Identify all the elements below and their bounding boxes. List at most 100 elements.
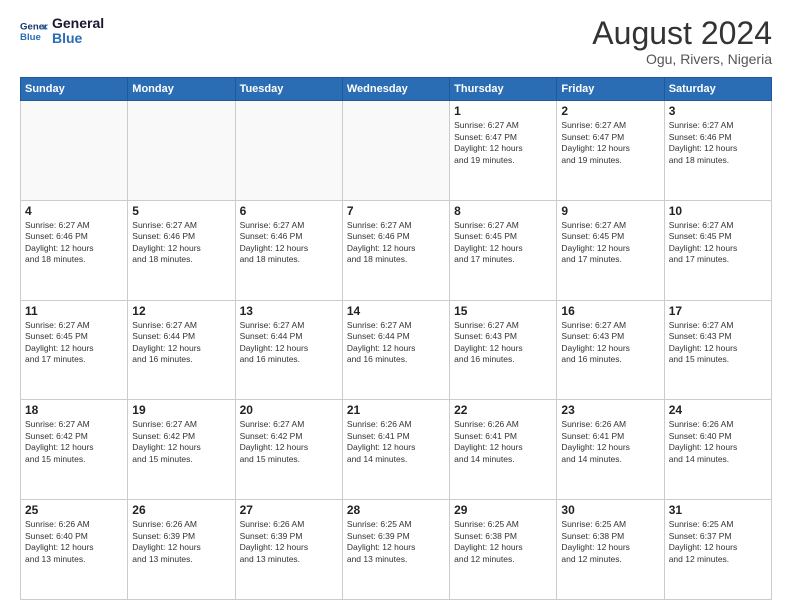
day-number: 21 (347, 403, 445, 417)
calendar-day-cell: 13 Sunrise: 6:27 AM Sunset: 6:44 PM Dayli… (235, 300, 342, 400)
day-number: 12 (132, 304, 230, 318)
day-info: Sunrise: 6:26 AM Sunset: 6:39 PM Dayligh… (132, 519, 230, 565)
day-number: 16 (561, 304, 659, 318)
day-info: Sunrise: 6:26 AM Sunset: 6:39 PM Dayligh… (240, 519, 338, 565)
calendar-day-cell (128, 101, 235, 201)
day-number: 5 (132, 204, 230, 218)
day-number: 31 (669, 503, 767, 517)
day-info: Sunrise: 6:27 AM Sunset: 6:46 PM Dayligh… (132, 220, 230, 266)
day-info: Sunrise: 6:27 AM Sunset: 6:47 PM Dayligh… (561, 120, 659, 166)
calendar-day-cell (21, 101, 128, 201)
calendar-day-cell: 20 Sunrise: 6:27 AM Sunset: 6:42 PM Dayli… (235, 400, 342, 500)
calendar-day-cell: 14 Sunrise: 6:27 AM Sunset: 6:44 PM Dayli… (342, 300, 449, 400)
day-info: Sunrise: 6:27 AM Sunset: 6:44 PM Dayligh… (132, 320, 230, 366)
calendar-day-cell: 5 Sunrise: 6:27 AM Sunset: 6:46 PM Daylig… (128, 200, 235, 300)
day-info: Sunrise: 6:26 AM Sunset: 6:40 PM Dayligh… (669, 419, 767, 465)
svg-text:Blue: Blue (20, 32, 41, 43)
calendar-week-row: 18 Sunrise: 6:27 AM Sunset: 6:42 PM Dayli… (21, 400, 772, 500)
day-info: Sunrise: 6:27 AM Sunset: 6:45 PM Dayligh… (25, 320, 123, 366)
day-number: 18 (25, 403, 123, 417)
day-info: Sunrise: 6:27 AM Sunset: 6:46 PM Dayligh… (25, 220, 123, 266)
day-number: 1 (454, 104, 552, 118)
calendar-day-cell: 25Sunrise: 6:26 AM Sunset: 6:40 PM Dayli… (21, 500, 128, 600)
day-info: Sunrise: 6:27 AM Sunset: 6:46 PM Dayligh… (240, 220, 338, 266)
calendar-day-cell: 3 Sunrise: 6:27 AM Sunset: 6:46 PM Daylig… (664, 101, 771, 201)
day-number: 2 (561, 104, 659, 118)
day-number: 24 (669, 403, 767, 417)
day-number: 8 (454, 204, 552, 218)
day-number: 26 (132, 503, 230, 517)
weekday-header: Monday (128, 78, 235, 101)
day-number: 28 (347, 503, 445, 517)
calendar-day-cell: 6Sunrise: 6:27 AM Sunset: 6:46 PM Daylig… (235, 200, 342, 300)
weekday-header: Friday (557, 78, 664, 101)
calendar-day-cell: 12 Sunrise: 6:27 AM Sunset: 6:44 PM Dayli… (128, 300, 235, 400)
day-info: Sunrise: 6:27 AM Sunset: 6:45 PM Dayligh… (669, 220, 767, 266)
day-number: 30 (561, 503, 659, 517)
day-info: Sunrise: 6:27 AM Sunset: 6:46 PM Dayligh… (669, 120, 767, 166)
day-info: Sunrise: 6:27 AM Sunset: 6:42 PM Dayligh… (240, 419, 338, 465)
calendar-day-cell: 2 Sunrise: 6:27 AM Sunset: 6:47 PM Daylig… (557, 101, 664, 201)
page: General Blue General Blue August 2024 Og… (0, 0, 792, 612)
weekday-header: Wednesday (342, 78, 449, 101)
calendar-day-cell: 29Sunrise: 6:25 AM Sunset: 6:38 PM Dayli… (450, 500, 557, 600)
day-number: 20 (240, 403, 338, 417)
calendar-day-cell: 21 Sunrise: 6:26 AM Sunset: 6:41 PM Dayli… (342, 400, 449, 500)
calendar-week-row: 4 Sunrise: 6:27 AM Sunset: 6:46 PM Daylig… (21, 200, 772, 300)
calendar-day-cell: 4 Sunrise: 6:27 AM Sunset: 6:46 PM Daylig… (21, 200, 128, 300)
day-info: Sunrise: 6:27 AM Sunset: 6:45 PM Dayligh… (454, 220, 552, 266)
weekday-header: Sunday (21, 78, 128, 101)
day-number: 7 (347, 204, 445, 218)
month-year-title: August 2024 (592, 16, 772, 51)
day-info: Sunrise: 6:27 AM Sunset: 6:44 PM Dayligh… (240, 320, 338, 366)
day-number: 15 (454, 304, 552, 318)
calendar-day-cell (235, 101, 342, 201)
day-number: 9 (561, 204, 659, 218)
day-info: Sunrise: 6:25 AM Sunset: 6:38 PM Dayligh… (561, 519, 659, 565)
calendar-day-cell: 22Sunrise: 6:26 AM Sunset: 6:41 PM Dayli… (450, 400, 557, 500)
day-number: 11 (25, 304, 123, 318)
calendar-day-cell: 27Sunrise: 6:26 AM Sunset: 6:39 PM Dayli… (235, 500, 342, 600)
day-info: Sunrise: 6:27 AM Sunset: 6:44 PM Dayligh… (347, 320, 445, 366)
logo-general: General (52, 16, 104, 31)
day-info: Sunrise: 6:27 AM Sunset: 6:43 PM Dayligh… (669, 320, 767, 366)
calendar-day-cell: 7 Sunrise: 6:27 AM Sunset: 6:46 PM Daylig… (342, 200, 449, 300)
day-info: Sunrise: 6:25 AM Sunset: 6:39 PM Dayligh… (347, 519, 445, 565)
calendar-day-cell: 1 Sunrise: 6:27 AM Sunset: 6:47 PM Daylig… (450, 101, 557, 201)
day-number: 13 (240, 304, 338, 318)
weekday-header: Thursday (450, 78, 557, 101)
day-number: 23 (561, 403, 659, 417)
weekday-header: Saturday (664, 78, 771, 101)
day-info: Sunrise: 6:27 AM Sunset: 6:47 PM Dayligh… (454, 120, 552, 166)
calendar-header-row: SundayMondayTuesdayWednesdayThursdayFrid… (21, 78, 772, 101)
calendar-day-cell: 26 Sunrise: 6:26 AM Sunset: 6:39 PM Dayli… (128, 500, 235, 600)
logo: General Blue General Blue (20, 16, 104, 47)
day-number: 29 (454, 503, 552, 517)
weekday-header: Tuesday (235, 78, 342, 101)
day-number: 10 (669, 204, 767, 218)
day-info: Sunrise: 6:26 AM Sunset: 6:40 PM Dayligh… (25, 519, 123, 565)
day-number: 3 (669, 104, 767, 118)
day-number: 22 (454, 403, 552, 417)
header: General Blue General Blue August 2024 Og… (20, 16, 772, 67)
day-info: Sunrise: 6:26 AM Sunset: 6:41 PM Dayligh… (561, 419, 659, 465)
day-number: 14 (347, 304, 445, 318)
calendar-day-cell: 30 Sunrise: 6:25 AM Sunset: 6:38 PM Dayli… (557, 500, 664, 600)
day-number: 17 (669, 304, 767, 318)
location-subtitle: Ogu, Rivers, Nigeria (592, 51, 772, 67)
calendar-day-cell: 9Sunrise: 6:27 AM Sunset: 6:45 PM Daylig… (557, 200, 664, 300)
calendar-day-cell: 18Sunrise: 6:27 AM Sunset: 6:42 PM Dayli… (21, 400, 128, 500)
day-info: Sunrise: 6:26 AM Sunset: 6:41 PM Dayligh… (347, 419, 445, 465)
calendar-table: SundayMondayTuesdayWednesdayThursdayFrid… (20, 77, 772, 600)
day-number: 4 (25, 204, 123, 218)
calendar-day-cell: 28 Sunrise: 6:25 AM Sunset: 6:39 PM Dayli… (342, 500, 449, 600)
calendar-week-row: 11 Sunrise: 6:27 AM Sunset: 6:45 PM Dayli… (21, 300, 772, 400)
day-info: Sunrise: 6:27 AM Sunset: 6:46 PM Dayligh… (347, 220, 445, 266)
calendar-day-cell: 10 Sunrise: 6:27 AM Sunset: 6:45 PM Dayli… (664, 200, 771, 300)
calendar-day-cell: 19Sunrise: 6:27 AM Sunset: 6:42 PM Dayli… (128, 400, 235, 500)
title-block: August 2024 Ogu, Rivers, Nigeria (592, 16, 772, 67)
calendar-day-cell: 24 Sunrise: 6:26 AM Sunset: 6:40 PM Dayli… (664, 400, 771, 500)
calendar-day-cell: 23 Sunrise: 6:26 AM Sunset: 6:41 PM Dayli… (557, 400, 664, 500)
generalblue-logo-icon: General Blue (20, 17, 48, 45)
day-info: Sunrise: 6:25 AM Sunset: 6:37 PM Dayligh… (669, 519, 767, 565)
